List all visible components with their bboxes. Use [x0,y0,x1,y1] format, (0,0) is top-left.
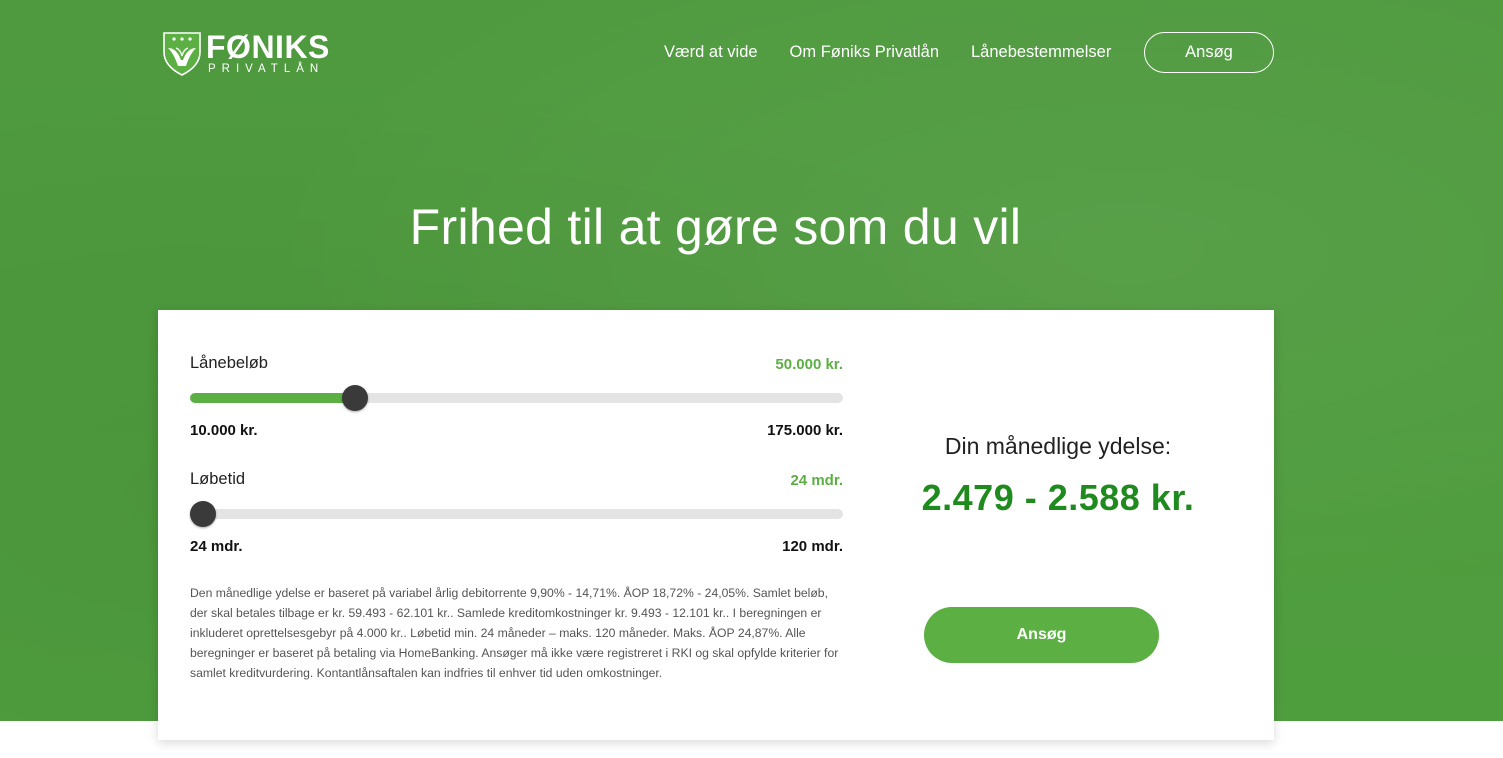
loan-amount-slider-group: Lånebeløb 50.000 kr. 10.000 kr. 175.000 … [190,354,843,454]
main-nav: Værd at vide Om Føniks Privatlån Lånebes… [664,32,1143,73]
monthly-payment-label: Din månedlige ydelse: [944,433,1172,459]
loan-calculator-card: Lånebeløb 50.000 kr. 10.000 kr. 175.000 … [158,310,1274,740]
loan-amount-max: 175.000 kr. [767,422,843,439]
header-apply-button[interactable]: Ansøg [1144,32,1274,73]
hero-headline: Frihed til at gøre som du vil [409,199,1022,255]
loan-amount-min: 10.000 kr. [190,422,258,439]
monthly-payment-value: 2.479 - 2.588 kr. [921,477,1195,518]
logo-sub-text: PRIVATLÅN [208,62,325,75]
nav-item-lanebestemmelser[interactable]: Lånebestemmelser [971,43,1111,62]
logo[interactable]: FØNIKS PRIVATLÅN [162,29,330,77]
term-max: 120 mdr. [782,538,843,555]
term-slider-group: Løbetid 24 mdr. 24 mdr. 120 mdr. [190,470,843,570]
term-value: 24 mdr. [790,472,843,489]
loan-amount-slider-fill [190,393,355,403]
term-label: Løbetid [190,470,246,488]
loan-amount-label: Lånebeløb [190,354,268,372]
loan-amount-slider[interactable] [190,385,843,411]
term-slider-handle[interactable] [190,501,216,527]
apply-button[interactable]: Ansøg [924,607,1159,663]
nav-item-vaerd-at-vide[interactable]: Værd at vide [664,43,758,62]
loan-amount-slider-handle[interactable] [342,385,368,411]
nav-item-om-foniks[interactable]: Om Føniks Privatlån [790,43,939,62]
loan-disclaimer: Den månedlige ydelse er baseret på varia… [190,586,839,680]
logo-brand-text: FØNIKS [206,28,330,65]
loan-amount-value: 50.000 kr. [775,356,843,373]
term-min: 24 mdr. [190,538,243,555]
phoenix-shield-icon [163,32,201,76]
term-slider[interactable] [190,501,843,527]
